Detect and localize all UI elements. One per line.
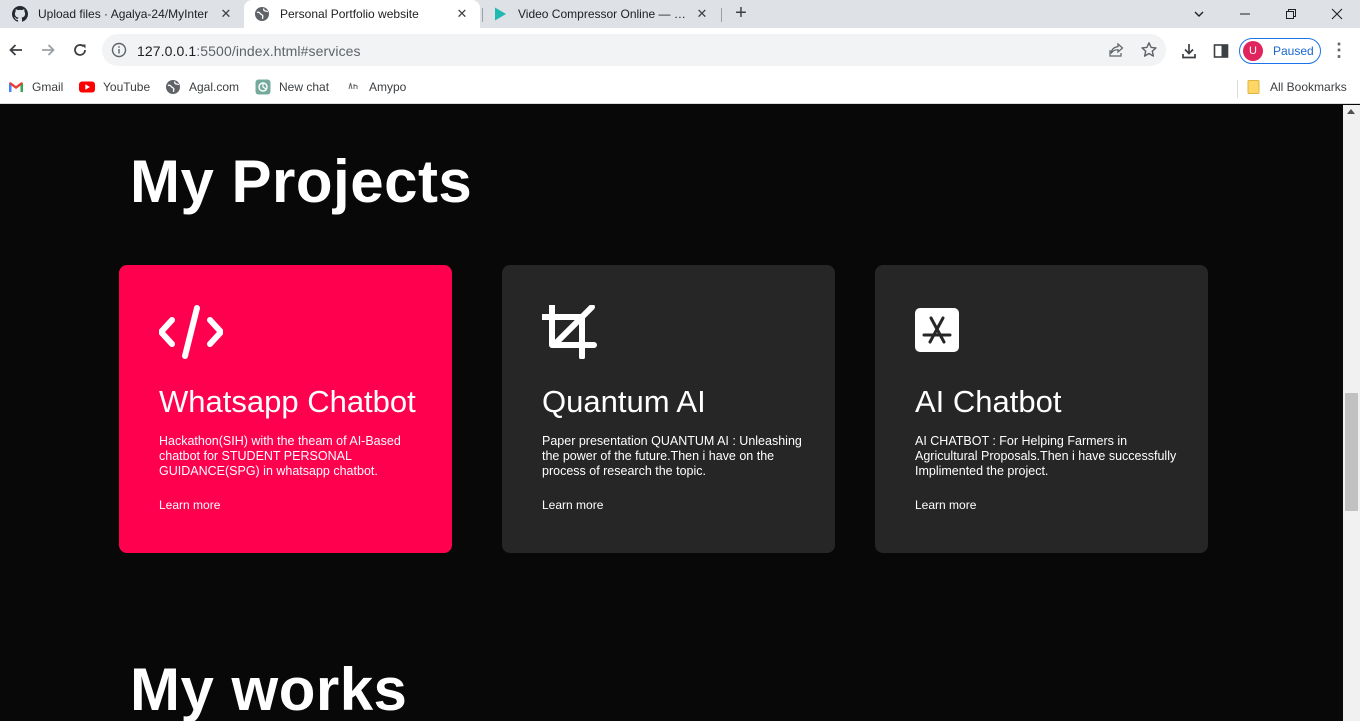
tab-title: Personal Portfolio website — [280, 7, 419, 21]
profile-button[interactable]: U Paused — [1239, 38, 1321, 64]
bookmark-star-icon[interactable] — [1140, 41, 1158, 64]
bookmark-amypo[interactable]: Amypo — [345, 79, 406, 95]
project-card[interactable]: Quantum AI Paper presentation QUANTUM AI… — [502, 265, 835, 553]
works-heading: My works — [130, 656, 408, 721]
back-arrow-icon — [9, 44, 22, 56]
forward-arrow-icon — [42, 44, 55, 56]
tab-separator — [721, 8, 722, 22]
tab-upload-files[interactable]: Upload files · Agalya-24/MyInter ✕ — [0, 0, 244, 28]
project-card[interactable]: Whatsapp Chatbot Hackathon(SIH) with the… — [119, 265, 452, 553]
learn-more-link[interactable]: Learn more — [542, 498, 603, 512]
learn-more-link[interactable]: Learn more — [159, 498, 220, 512]
restore-button[interactable] — [1268, 0, 1314, 28]
tab-separator — [482, 8, 483, 22]
project-description: Hackathon(SIH) with the theam of AI-Base… — [159, 434, 401, 478]
learn-more-link[interactable]: Learn more — [915, 498, 976, 512]
project-description: AI CHATBOT : For Helping Farmers in Agri… — [915, 434, 1177, 478]
globe-icon — [165, 79, 181, 95]
projects-heading: My Projects — [130, 148, 473, 215]
side-panel-icon[interactable] — [1211, 41, 1231, 61]
bookmark-label: Agal.com — [189, 80, 240, 94]
forward-button[interactable] — [34, 36, 62, 64]
all-bookmarks-button[interactable]: All Bookmarks — [1246, 79, 1347, 95]
folder-icon — [1246, 79, 1262, 95]
github-icon — [12, 6, 28, 22]
tab-video-compressor[interactable]: Video Compressor Online — Clic ✕ — [484, 0, 720, 28]
new-tab-button[interactable]: + — [730, 3, 752, 25]
chatgpt-icon — [255, 79, 271, 95]
scrollbar-thumb[interactable] — [1345, 393, 1358, 511]
profile-status: Paused — [1273, 44, 1314, 58]
address-bar[interactable]: 127.0.0.1:5500/index.html#services — [102, 34, 1166, 66]
download-icon[interactable] — [1179, 41, 1199, 61]
reload-icon — [74, 44, 86, 56]
tab-strip: Upload files · Agalya-24/MyInter ✕ Perso… — [0, 0, 1360, 28]
tab-portfolio[interactable]: Personal Portfolio website ✕ — [244, 0, 480, 28]
page-viewport: My Projects Whatsapp Chatbot Hackathon(S… — [0, 105, 1343, 721]
bookmark-label: All Bookmarks — [1270, 80, 1347, 94]
project-description: Paper presentation QUANTUM AI : Unleashi… — [542, 434, 802, 478]
bookmark-agal[interactable]: Agal.com — [165, 79, 239, 95]
bookmark-label: Amypo — [369, 80, 407, 94]
tab-title: Video Compressor Online — Clic — [518, 7, 690, 21]
close-window-button[interactable] — [1314, 0, 1360, 28]
reload-button[interactable] — [66, 36, 94, 64]
project-title: AI Chatbot — [915, 384, 1062, 419]
bookmark-label: Gmail — [32, 80, 64, 94]
crop-icon — [542, 305, 597, 359]
project-card[interactable]: AI Chatbot AI CHATBOT : For Helping Farm… — [875, 265, 1208, 553]
tab-search-icon[interactable] — [1176, 0, 1222, 28]
url-path: :5500/index.html#services — [196, 43, 361, 59]
bookmark-youtube[interactable]: YouTube — [79, 79, 150, 95]
url-host: 127.0.0.1 — [137, 43, 197, 59]
bookmark-label: YouTube — [103, 80, 151, 94]
amypo-icon — [345, 79, 361, 95]
bookmark-label: New chat — [279, 80, 330, 94]
page-scrollbar[interactable] — [1343, 105, 1360, 721]
scroll-up-arrow-icon[interactable] — [1347, 109, 1355, 114]
project-title: Quantum AI — [542, 384, 706, 419]
project-title: Whatsapp Chatbot — [159, 384, 416, 419]
youtube-icon — [79, 79, 95, 95]
globe-icon — [254, 6, 270, 22]
url-text[interactable]: 127.0.0.1:5500/index.html#services — [137, 43, 361, 59]
gmail-icon — [8, 79, 24, 95]
share-icon[interactable] — [1108, 42, 1124, 63]
close-icon[interactable]: ✕ — [454, 6, 470, 22]
bookmark-gmail[interactable]: Gmail — [8, 79, 63, 95]
browser-toolbar: 127.0.0.1:5500/index.html#services U Pau… — [0, 28, 1360, 72]
avatar: U — [1243, 41, 1263, 61]
minimize-button[interactable] — [1222, 0, 1268, 28]
tab-title: Upload files · Agalya-24/MyInter — [38, 7, 209, 21]
back-button[interactable] — [2, 36, 30, 64]
bookmark-new-chat[interactable]: New chat — [255, 79, 329, 95]
site-info-icon[interactable] — [111, 42, 127, 63]
close-icon[interactable]: ✕ — [218, 6, 234, 22]
bookmarks-bar: Gmail YouTube Agal.com New chat Amypo Al… — [0, 72, 1360, 104]
play-icon — [492, 6, 508, 22]
menu-icon[interactable]: ⋮ — [1329, 40, 1349, 60]
close-icon[interactable]: ✕ — [694, 6, 710, 22]
code-icon — [159, 305, 223, 359]
bookmarks-divider — [1237, 80, 1238, 98]
app-store-icon — [915, 308, 959, 352]
